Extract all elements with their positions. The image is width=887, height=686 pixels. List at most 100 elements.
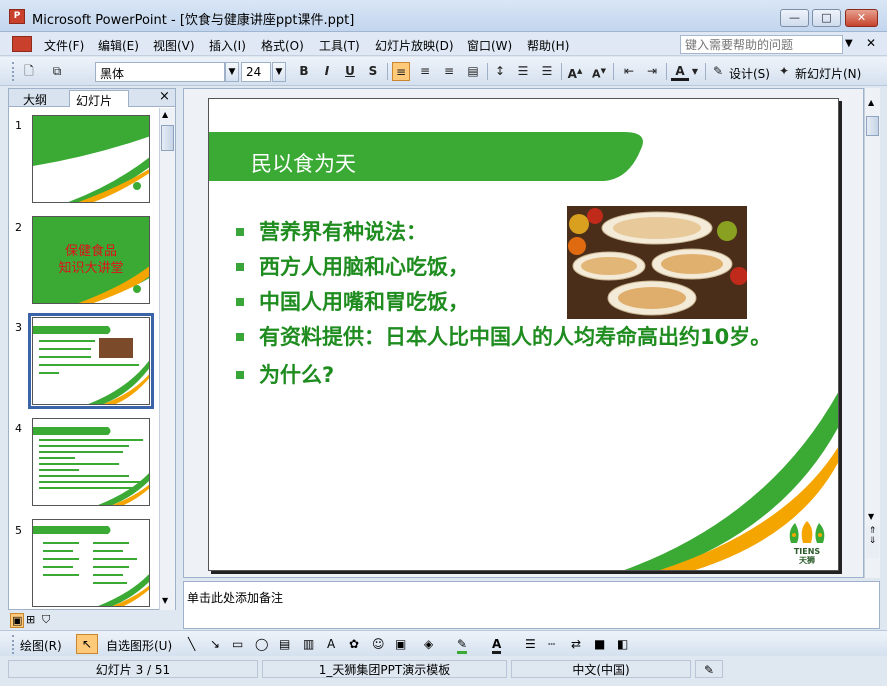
scroll-up-icon[interactable]: ▲ [162, 110, 168, 119]
decrease-font-icon[interactable]: A▼ [590, 62, 608, 81]
shadow-button[interactable]: S [364, 62, 382, 81]
rectangle-tool-icon[interactable]: ▭ [232, 637, 243, 651]
help-search-input[interactable] [680, 35, 843, 54]
thumbnail-scrollbar[interactable]: ▲ ▼ [159, 108, 175, 610]
font-color-icon[interactable]: A [492, 637, 502, 654]
line-tool-icon[interactable]: ╲ [188, 637, 195, 651]
diagram-icon[interactable]: ✿ [349, 637, 359, 651]
shadow-style-icon[interactable]: ■ [594, 637, 605, 651]
toolbar-grip[interactable] [12, 635, 15, 654]
toolbar-separator [561, 63, 562, 80]
document-icon[interactable] [12, 36, 32, 52]
menu-help[interactable]: 帮助(H) [527, 37, 569, 54]
bold-button[interactable]: B [295, 62, 313, 81]
slide-thumbnail-5[interactable] [32, 519, 150, 607]
arrow-style-icon[interactable]: ⇄ [571, 637, 581, 651]
menu-window[interactable]: 窗口(W) [467, 37, 512, 54]
bullet-item: 为什么? [233, 360, 793, 390]
toolbar-grip[interactable] [12, 62, 15, 81]
scroll-down-icon[interactable]: ▼ [162, 596, 168, 605]
spelling-status-icon[interactable]: ✎ [695, 660, 723, 678]
close-icon[interactable]: ✕ [866, 36, 876, 50]
vertical-textbox-icon[interactable]: ▥ [303, 637, 314, 651]
font-size-select[interactable]: 24 [241, 62, 271, 82]
close-button[interactable]: ✕ [845, 9, 878, 27]
slide-thumbnail-1[interactable] [32, 115, 150, 203]
font-color-icon[interactable]: A [671, 62, 689, 81]
notes-pane[interactable]: 单击此处添加备注 [183, 581, 880, 629]
menu-view[interactable]: 视图(V) [153, 37, 195, 54]
scroll-thumb[interactable] [866, 116, 879, 136]
slide-thumbnail-4[interactable] [32, 418, 150, 506]
tiens-logo: TIENS 天狮 [783, 521, 831, 565]
select-pointer-icon[interactable]: ↖ [76, 634, 98, 654]
slide-title[interactable]: 民以食为天 [251, 148, 356, 178]
wordart-icon[interactable]: A [327, 637, 335, 651]
oval-tool-icon[interactable]: ◯ [255, 637, 268, 651]
slide-thumbnail-3[interactable] [28, 313, 154, 409]
copy-icon[interactable]: ⧉ [48, 62, 66, 81]
distribute-icon[interactable]: ▤ [464, 62, 482, 81]
toolbar-separator [387, 63, 388, 80]
italic-button[interactable]: I [318, 62, 336, 81]
scroll-thumb[interactable] [161, 125, 174, 151]
slide-sorter-icon[interactable]: ⊞ [26, 613, 35, 626]
tiens-logo-icon [789, 521, 825, 543]
design-icon[interactable]: ✎ [709, 62, 727, 81]
slide-thumbnail-2[interactable]: 保健食品 知识大讲堂 [32, 216, 150, 304]
font-size-dropdown[interactable]: ▼ [272, 62, 286, 82]
arrow-tool-icon[interactable]: ↘ [210, 637, 220, 651]
new-document-icon[interactable]: 🗋 [20, 62, 38, 81]
align-center-icon[interactable]: ≡ [416, 62, 434, 81]
numbered-list-icon[interactable]: ☰ [514, 62, 532, 81]
new-slide-button[interactable]: 新幻灯片(N) [795, 65, 861, 82]
design-button[interactable]: 设计(S) [729, 65, 770, 82]
fill-color-icon[interactable]: ◈ [424, 637, 433, 651]
slideshow-icon[interactable]: ⛉ [42, 613, 50, 627]
insert-picture-icon[interactable]: ▣ [395, 637, 406, 651]
toolbar-separator [666, 63, 667, 80]
tab-outline[interactable]: 大纲 [17, 90, 65, 107]
slide-scrollbar[interactable]: ▲ ▼ ⇑ ⇓ [864, 88, 880, 578]
menu-format[interactable]: 格式(O) [261, 37, 304, 54]
menu-slideshow[interactable]: 幻灯片放映(D) [375, 37, 454, 54]
normal-view-icon[interactable]: ▣ [10, 613, 25, 628]
draw-menu-button[interactable]: 绘图(R) [20, 637, 62, 654]
scroll-up-icon[interactable]: ▲ [868, 98, 874, 107]
autoshapes-button[interactable]: 自选图形(U) [106, 637, 172, 654]
align-left-icon[interactable]: ≡ [392, 62, 410, 81]
3d-style-icon[interactable]: ◧ [617, 637, 628, 651]
menu-file[interactable]: 文件(F) [44, 37, 84, 54]
increase-font-icon[interactable]: A▲ [566, 62, 584, 81]
menu-edit[interactable]: 编辑(E) [98, 37, 139, 54]
tab-slides[interactable]: 幻灯片 [69, 90, 129, 108]
font-name-select[interactable]: 黑体 [95, 62, 225, 82]
align-right-icon[interactable]: ≡ [440, 62, 458, 81]
chevron-down-icon[interactable]: ▼ [845, 38, 853, 49]
bullet-list[interactable]: 营养界有种说法： 西方人用脑和心吃饭， 中国人用嘴和胃吃饭， 有资料提供：日本人… [233, 217, 793, 395]
font-name-dropdown[interactable]: ▼ [225, 62, 239, 82]
line-style-icon[interactable]: ☰ [525, 637, 536, 651]
pane-close-button[interactable]: × [159, 89, 170, 104]
menu-tools[interactable]: 工具(T) [319, 37, 360, 54]
prev-next-slide-icon[interactable]: ⇑ ⇓ [866, 526, 879, 558]
clipart-icon[interactable]: ☺ [372, 637, 385, 651]
decrease-indent-icon[interactable]: ⇤ [620, 62, 638, 81]
maximize-button[interactable]: □ [812, 9, 841, 27]
new-slide-icon[interactable]: ✦ [775, 62, 793, 81]
bulleted-list-icon[interactable]: ☰ [538, 62, 556, 81]
underline-button[interactable]: U [341, 62, 359, 81]
scroll-down-icon[interactable]: ▼ [868, 512, 874, 521]
minimize-button[interactable]: — [780, 9, 809, 27]
powerpoint-app-icon[interactable]: P [9, 9, 25, 24]
increase-indent-icon[interactable]: ⇥ [643, 62, 661, 81]
dash-style-icon[interactable]: ┄ [548, 637, 555, 651]
line-spacing-icon[interactable]: ↕ [491, 62, 509, 81]
line-color-icon[interactable]: ✎ [457, 637, 468, 654]
textbox-tool-icon[interactable]: ▤ [279, 637, 290, 651]
current-slide[interactable]: 民以食为天 营养界有种说法： 西方人用脑和心吃饭， 中国人用嘴和胃吃饭， 有资料… [208, 98, 839, 571]
thumbnail-list: 1 2 保健食品 知识大讲堂 3 4 5 [9, 108, 159, 610]
menu-insert[interactable]: 插入(I) [209, 37, 246, 54]
chevron-down-icon[interactable]: ▼ [690, 62, 700, 81]
slide-1-graphic [33, 116, 149, 202]
